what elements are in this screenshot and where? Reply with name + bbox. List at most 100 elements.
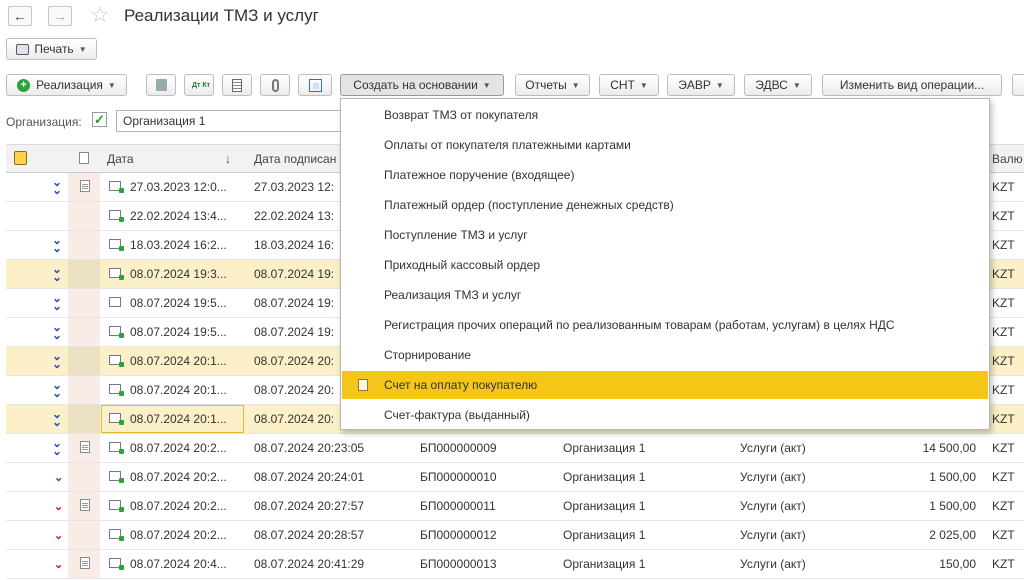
table-row[interactable]: ⌄ 08.07.2024 20:2... 08.07.2024 20:24:01 БП… (6, 463, 1024, 492)
reports-button[interactable]: Отчеты ▼ (515, 74, 590, 96)
change-operation-button[interactable]: Изменить вид операции... (822, 74, 1002, 96)
cell-date: 08.07.2024 20:1... (130, 412, 227, 426)
snt-button[interactable]: СНТ ▼ (599, 74, 659, 96)
flag-cell (68, 521, 100, 549)
copy-button[interactable] (146, 74, 176, 96)
flag-cell (68, 289, 100, 317)
chevron-double-down-icon: ⌄ ⌄ (52, 291, 63, 313)
menu-item-label: Счет-фактура (выданный) (384, 408, 530, 422)
cell-sign-date: 22.02.2024 13: (254, 209, 335, 223)
print-label: Печать (34, 42, 74, 56)
favorite-star-icon[interactable]: ☆ (90, 2, 110, 28)
cell-date: 08.07.2024 20:2... (130, 441, 227, 455)
posted-doc-icon (109, 297, 121, 307)
cell-date: 08.07.2024 19:5... (130, 296, 227, 310)
menu-item[interactable]: Сторнирование (342, 341, 988, 369)
more-button[interactable] (1012, 74, 1024, 96)
cell-date: 18.03.2024 16:2... (130, 238, 227, 252)
menu-item[interactable]: Счет на оплату покупателю (342, 371, 988, 399)
organization-field[interactable]: Организация 1 (116, 110, 356, 132)
organization-checkbox[interactable]: ✓ (92, 112, 107, 127)
chevron-double-down-icon: ⌄ ⌄ (52, 349, 63, 371)
cell-number: БП000000010 (420, 470, 497, 484)
cell-number: БП000000009 (420, 441, 497, 455)
menu-item[interactable]: Оплаты от покупателя платежными картами (342, 131, 988, 159)
cell-sum: 1 500,00 (929, 499, 976, 513)
menu-item[interactable]: Платежный ордер (поступление денежных ср… (342, 191, 988, 219)
cell-sign-date: 08.07.2024 19: (254, 267, 335, 281)
chevron-double-down-icon: ⌄ ⌄ (52, 320, 63, 342)
cell-sum: 1 500,00 (929, 470, 976, 484)
col-date[interactable]: Дата (107, 152, 134, 166)
structure-button[interactable] (298, 74, 332, 96)
flag-cell (68, 260, 100, 288)
reports-label: Отчеты (525, 78, 567, 92)
cell-sign-date: 08.07.2024 20:24:01 (254, 470, 365, 484)
menu-item[interactable]: Приходный кассовый ордер (342, 251, 988, 279)
cell-sign-date: 08.07.2024 20:27:57 (254, 499, 365, 513)
posted-doc-icon (109, 442, 124, 454)
posted-doc-icon (109, 326, 124, 338)
forward-button[interactable]: → (48, 6, 72, 26)
col-currency[interactable]: Валю (992, 152, 1023, 166)
menu-item[interactable]: Возврат ТМЗ от покупателя (342, 101, 988, 129)
cell-currency: KZT (992, 180, 1015, 194)
back-button[interactable]: ← (8, 6, 32, 26)
cell-currency: KZT (992, 499, 1015, 513)
col-sign-date[interactable]: Дата подписан (254, 152, 336, 166)
table-row[interactable]: ⌄ ⌄ 08.07.2024 20:2... 08.07.2024 20:23:05 Б… (6, 434, 1024, 463)
edvs-label: ЭДВС (755, 78, 788, 92)
cell-currency: KZT (992, 528, 1015, 542)
edvs-button[interactable]: ЭДВС ▼ (744, 74, 812, 96)
menu-item-label: Реализация ТМЗ и услуг (384, 288, 522, 302)
realization-button[interactable]: + Реализация ▼ (6, 74, 127, 96)
cell-date: 08.07.2024 20:4... (130, 557, 227, 571)
menu-item[interactable]: Регистрация прочих операций по реализова… (342, 311, 988, 339)
cell-sum: 2 025,00 (929, 528, 976, 542)
flag-cell (68, 318, 100, 346)
chevron-double-down-icon: ⌄ ⌄ (52, 175, 63, 197)
menu-item[interactable]: Реализация ТМЗ и услуг (342, 281, 988, 309)
copy-icon (155, 79, 167, 91)
eavr-button[interactable]: ЭАВР ▼ (667, 74, 735, 96)
cell-sign-date: 18.03.2024 16: (254, 238, 335, 252)
posted-doc-icon (109, 413, 124, 425)
flag-cell (68, 376, 100, 404)
list-icon (232, 78, 242, 92)
menu-item[interactable]: Платежное поручение (входящее) (342, 161, 988, 189)
cell-organization: Организация 1 (563, 499, 646, 513)
cell-sign-date: 08.07.2024 20:28:57 (254, 528, 365, 542)
table-row[interactable]: ⌄ 08.07.2024 20:4... 08.07.2024 20:41:29 БП… (6, 550, 1024, 579)
print-button[interactable]: Печать ▼ (6, 38, 97, 60)
chevron-double-down-icon: ⌄ ⌄ (52, 378, 63, 400)
cell-currency: KZT (992, 238, 1015, 252)
table-row[interactable]: ⌄ 08.07.2024 20:2... 08.07.2024 20:28:57 БП… (6, 521, 1024, 550)
hierarchy-icon (308, 78, 322, 92)
attach-button[interactable] (260, 74, 290, 96)
change-operation-label: Изменить вид операции... (839, 78, 985, 92)
cell-date: 08.07.2024 20:1... (130, 354, 227, 368)
table-row[interactable]: ⌄ 08.07.2024 20:2... 08.07.2024 20:27:57 БП… (6, 492, 1024, 521)
eavr-label: ЭАВР (678, 78, 711, 92)
cell-sign-date: 08.07.2024 20: (254, 383, 335, 397)
menu-item-label: Сторнирование (384, 348, 471, 362)
menu-item[interactable]: Счет-фактура (выданный) (342, 401, 988, 429)
cell-currency: KZT (992, 354, 1015, 368)
list-button[interactable] (222, 74, 252, 96)
document-icon (80, 441, 90, 453)
cell-organization: Организация 1 (563, 528, 646, 542)
chevron-double-down-icon: ⌄ ⌄ (52, 262, 63, 284)
cell-operation: Услуги (акт) (740, 441, 806, 455)
cell-currency: KZT (992, 412, 1015, 426)
organization-label: Организация: (6, 115, 82, 129)
dt-kt-button[interactable]: Дт Кт (184, 74, 214, 96)
arrow-right-icon: → (53, 8, 67, 24)
menu-item[interactable]: Поступление ТМЗ и услуг (342, 221, 988, 249)
attachment-col-icon (79, 152, 89, 164)
printer-icon (16, 43, 30, 55)
posted-doc-icon (109, 471, 124, 483)
dt-kt-icon: Дт Кт (192, 81, 211, 89)
chevron-down-red-icon: ⌄ (54, 501, 64, 513)
create-based-on-button[interactable]: Создать на основании ▼ (340, 74, 504, 96)
chevron-down-red-icon: ⌄ (54, 530, 64, 542)
